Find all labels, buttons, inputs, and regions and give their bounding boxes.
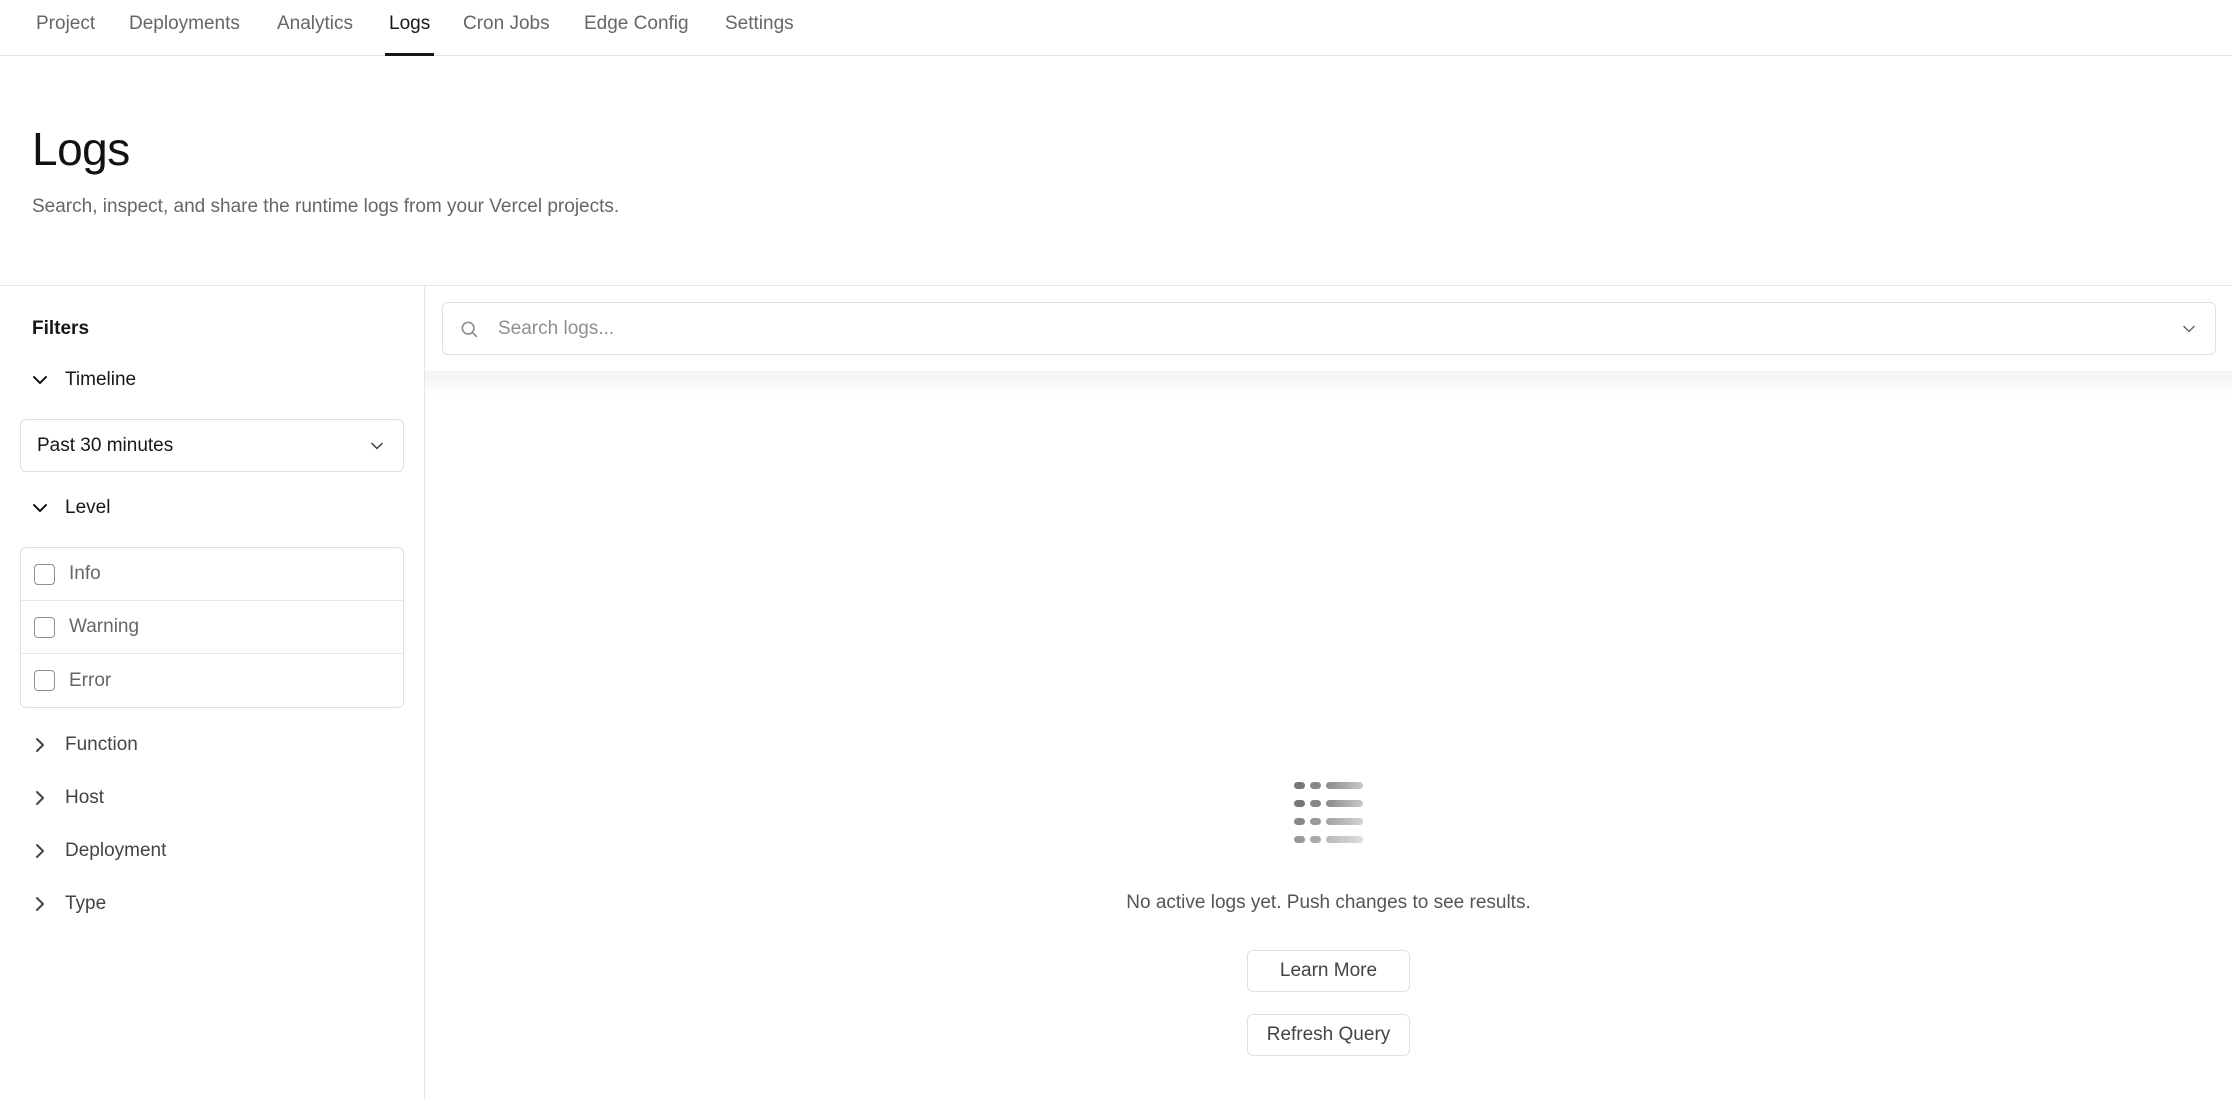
level-option-info[interactable]: Info (21, 548, 403, 601)
logs-main: No active logs yet. Push changes to see … (425, 286, 2232, 1099)
search-input[interactable] (498, 317, 2179, 340)
timeline-label: Timeline (65, 369, 137, 390)
page-title: Logs (32, 123, 130, 175)
filters-title: Filters (32, 318, 90, 339)
level-options-list: Info Warning Error (20, 547, 404, 708)
list-icon (1294, 782, 1364, 844)
tab-deployments[interactable]: Deployments (129, 0, 240, 56)
deployment-label: Deployment (65, 840, 167, 861)
function-section-toggle[interactable]: Function (28, 727, 138, 763)
chevron-right-icon (28, 786, 52, 810)
timeline-section-toggle[interactable]: Timeline (28, 362, 136, 398)
level-option-label: Warning (69, 616, 140, 637)
refresh-query-button[interactable]: Refresh Query (1247, 1014, 1410, 1056)
chevron-down-icon (28, 496, 52, 520)
level-option-label: Error (69, 669, 112, 691)
chevron-down-icon (28, 368, 52, 392)
tab-logs[interactable]: Logs (384, 0, 435, 56)
tab-settings[interactable]: Settings (725, 0, 794, 56)
type-label: Type (65, 893, 107, 914)
level-option-label: Info (69, 563, 101, 584)
chevron-right-icon (28, 892, 52, 916)
results-divider-shadow (425, 371, 2232, 395)
host-label: Host (65, 787, 105, 808)
type-section-toggle[interactable]: Type (28, 886, 106, 922)
timeline-selected-value: Past 30 minutes (37, 434, 174, 456)
level-section-toggle[interactable]: Level (28, 490, 110, 526)
page-subtitle: Search, inspect, and share the runtime l… (32, 196, 620, 217)
tab-project[interactable]: Project (36, 0, 95, 56)
learn-more-button[interactable]: Learn More (1247, 950, 1410, 992)
host-section-toggle[interactable]: Host (28, 780, 104, 816)
empty-state-message: No active logs yet. Push changes to see … (1126, 892, 1531, 913)
level-label: Level (65, 497, 111, 518)
chevron-right-icon (28, 733, 52, 757)
function-label: Function (65, 734, 138, 755)
checkbox-error[interactable] (34, 670, 55, 691)
deployment-section-toggle[interactable]: Deployment (28, 833, 166, 869)
tab-edge-config[interactable]: Edge Config (584, 0, 689, 56)
filters-sidebar: Filters Timeline Past 30 minutes Level I… (0, 286, 425, 1099)
top-nav: Project Deployments Analytics Logs Cron … (0, 0, 2232, 56)
search-icon (459, 319, 479, 339)
search-bar[interactable] (442, 302, 2216, 355)
level-option-error[interactable]: Error (21, 654, 403, 707)
checkbox-info[interactable] (34, 563, 55, 585)
chevron-right-icon (28, 839, 52, 863)
chevron-down-icon[interactable] (2179, 319, 2199, 339)
chevron-down-icon (367, 436, 387, 456)
tab-cron-jobs[interactable]: Cron Jobs (463, 0, 550, 56)
level-option-warning[interactable]: Warning (21, 601, 403, 654)
timeline-select[interactable]: Past 30 minutes (20, 419, 404, 472)
page-header: Logs Search, inspect, and share the runt… (0, 56, 2232, 286)
tab-analytics[interactable]: Analytics (277, 0, 353, 56)
checkbox-warning[interactable] (34, 616, 55, 638)
